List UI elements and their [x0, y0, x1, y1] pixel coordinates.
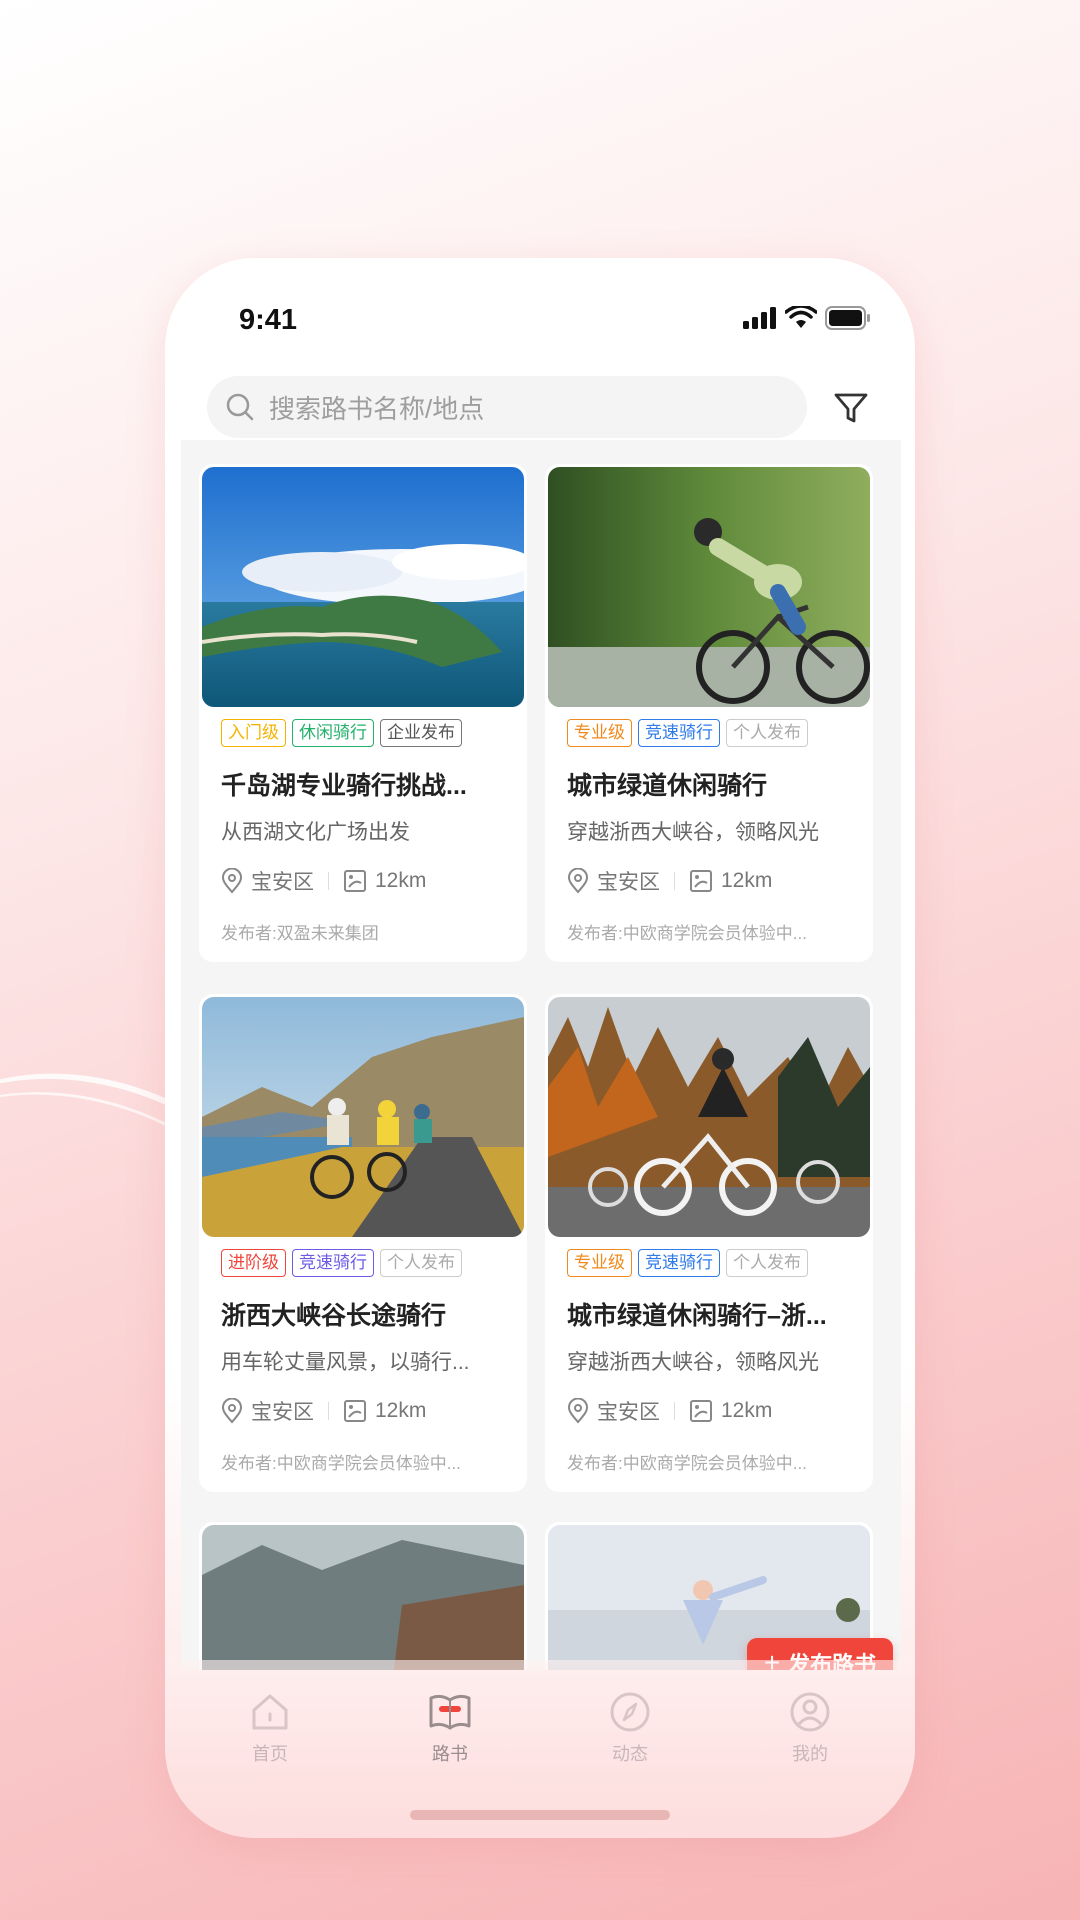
home-indicator[interactable]: [410, 1810, 670, 1820]
search-placeholder: 搜索路书名称/地点: [269, 393, 485, 424]
meta-divider: [328, 1402, 329, 1420]
tag-level: 专业级: [567, 1249, 632, 1277]
profile-icon: [790, 1692, 830, 1732]
route-card-distance: 12km: [375, 1399, 427, 1422]
meta-divider: [674, 872, 675, 890]
route-map-icon: [344, 1400, 366, 1422]
route-book-icon: [429, 1694, 471, 1730]
route-card-image: [548, 997, 870, 1237]
route-card-image: [202, 467, 524, 707]
location-pin-icon: [221, 868, 243, 894]
meta-divider: [674, 1402, 675, 1420]
route-card-location: 宝安区: [251, 1401, 314, 1424]
route-card-distance: 12km: [721, 869, 773, 892]
filter-icon[interactable]: [831, 388, 871, 428]
route-card-subtitle: 穿越浙西大峡谷，领略风光: [567, 821, 819, 844]
route-card-title: 千岛湖专业骑行挑战...: [221, 772, 467, 800]
tag-publisher-kind: 企业发布: [380, 719, 462, 747]
route-card-title: 城市绿道休闲骑行: [567, 772, 768, 800]
route-card-publisher: 发布者:中欧商学院会员体验中...: [567, 924, 807, 943]
compass-icon: [610, 1692, 650, 1732]
tag-list: 专业级 竞速骑行 个人发布: [567, 719, 808, 747]
tag-level: 专业级: [567, 719, 632, 747]
route-book-grid: 入门级 休闲骑行 企业发布 千岛湖专业骑行挑战... 从西湖文化广场出发 宝安区…: [181, 440, 901, 1670]
wifi-icon: [785, 306, 817, 328]
route-card[interactable]: [199, 1522, 527, 1670]
route-card-publisher: 发布者:中欧商学院会员体验中...: [221, 1454, 461, 1473]
tag-level: 入门级: [221, 719, 286, 747]
tag-type: 竞速骑行: [638, 719, 720, 747]
meta-divider: [328, 872, 329, 890]
tab-feed-label: 动态: [612, 1744, 648, 1764]
home-icon: [252, 1694, 288, 1730]
tab-profile[interactable]: 我的: [760, 1690, 860, 1766]
status-icons: [743, 306, 871, 330]
location-pin-icon: [567, 1398, 589, 1424]
status-time: 9:41: [239, 304, 298, 336]
route-card-meta: 宝安区 12km: [221, 866, 426, 896]
route-card-location: 宝安区: [597, 871, 660, 894]
route-card[interactable]: 入门级 休闲骑行 企业发布 千岛湖专业骑行挑战... 从西湖文化广场出发 宝安区…: [199, 464, 527, 962]
route-card[interactable]: 专业级 竞速骑行 个人发布 城市绿道休闲骑行 穿越浙西大峡谷，领略风光 宝安区 …: [545, 464, 873, 962]
tab-profile-label: 我的: [792, 1744, 828, 1764]
route-card-location: 宝安区: [597, 1401, 660, 1424]
route-card-meta: 宝安区 12km: [567, 866, 772, 896]
route-card-subtitle: 从西湖文化广场出发: [221, 821, 410, 844]
route-card-meta: 宝安区 12km: [567, 1396, 772, 1426]
tab-feed[interactable]: 动态: [580, 1690, 680, 1766]
route-card-image: [548, 467, 870, 707]
tag-type: 竞速骑行: [292, 1249, 374, 1277]
tag-publisher-kind: 个人发布: [380, 1249, 462, 1277]
search-input[interactable]: 搜索路书名称/地点: [207, 376, 807, 438]
status-bar: 9:41: [165, 258, 915, 358]
tag-list: 专业级 竞速骑行 个人发布: [567, 1249, 808, 1277]
tag-list: 进阶级 竞速骑行 个人发布: [221, 1249, 462, 1277]
route-card-title: 浙西大峡谷长途骑行: [221, 1302, 447, 1330]
route-card-publisher: 发布者:中欧商学院会员体验中...: [567, 1454, 807, 1473]
location-pin-icon: [221, 1398, 243, 1424]
tag-publisher-kind: 个人发布: [726, 1249, 808, 1277]
tab-home[interactable]: 首页: [220, 1690, 320, 1766]
route-card[interactable]: 专业级 竞速骑行 个人发布 城市绿道休闲骑行–浙... 穿越浙西大峡谷，领略风光…: [545, 994, 873, 1492]
route-card-image: [202, 1525, 524, 1670]
location-pin-icon: [567, 868, 589, 894]
tag-publisher-kind: 个人发布: [726, 719, 808, 747]
route-card[interactable]: 进阶级 竞速骑行 个人发布 浙西大峡谷长途骑行 用车轮丈量风景，以骑行... 宝…: [199, 994, 527, 1492]
route-map-icon: [344, 870, 366, 892]
phone-frame: 9:41 搜索路书名称/地点 入门级 休闲骑行 企业发布 千岛湖专业骑行挑战..…: [165, 258, 915, 1838]
tab-route-book-label: 路书: [432, 1744, 468, 1764]
route-card-location: 宝安区: [251, 871, 314, 894]
route-map-icon: [690, 870, 712, 892]
route-card-meta: 宝安区 12km: [221, 1396, 426, 1426]
route-card-subtitle: 穿越浙西大峡谷，领略风光: [567, 1351, 819, 1374]
tag-list: 入门级 休闲骑行 企业发布: [221, 719, 462, 747]
battery-icon: [825, 306, 870, 330]
search-bar-row: 搜索路书名称/地点: [165, 368, 915, 448]
route-card-title: 城市绿道休闲骑行–浙...: [567, 1302, 827, 1330]
route-card-distance: 12km: [375, 869, 427, 892]
route-card-subtitle: 用车轮丈量风景，以骑行...: [221, 1351, 470, 1374]
tab-route-book[interactable]: 路书: [400, 1690, 500, 1766]
route-card-image: [202, 997, 524, 1237]
signal-icon: [743, 307, 776, 329]
tab-home-label: 首页: [252, 1744, 288, 1764]
search-icon: [226, 393, 254, 421]
route-card-distance: 12km: [721, 1399, 773, 1422]
tag-type: 休闲骑行: [292, 719, 374, 747]
route-map-icon: [690, 1400, 712, 1422]
route-card-publisher: 发布者:双盈未来集团: [221, 924, 379, 943]
tag-type: 竞速骑行: [638, 1249, 720, 1277]
tag-level: 进阶级: [221, 1249, 286, 1277]
